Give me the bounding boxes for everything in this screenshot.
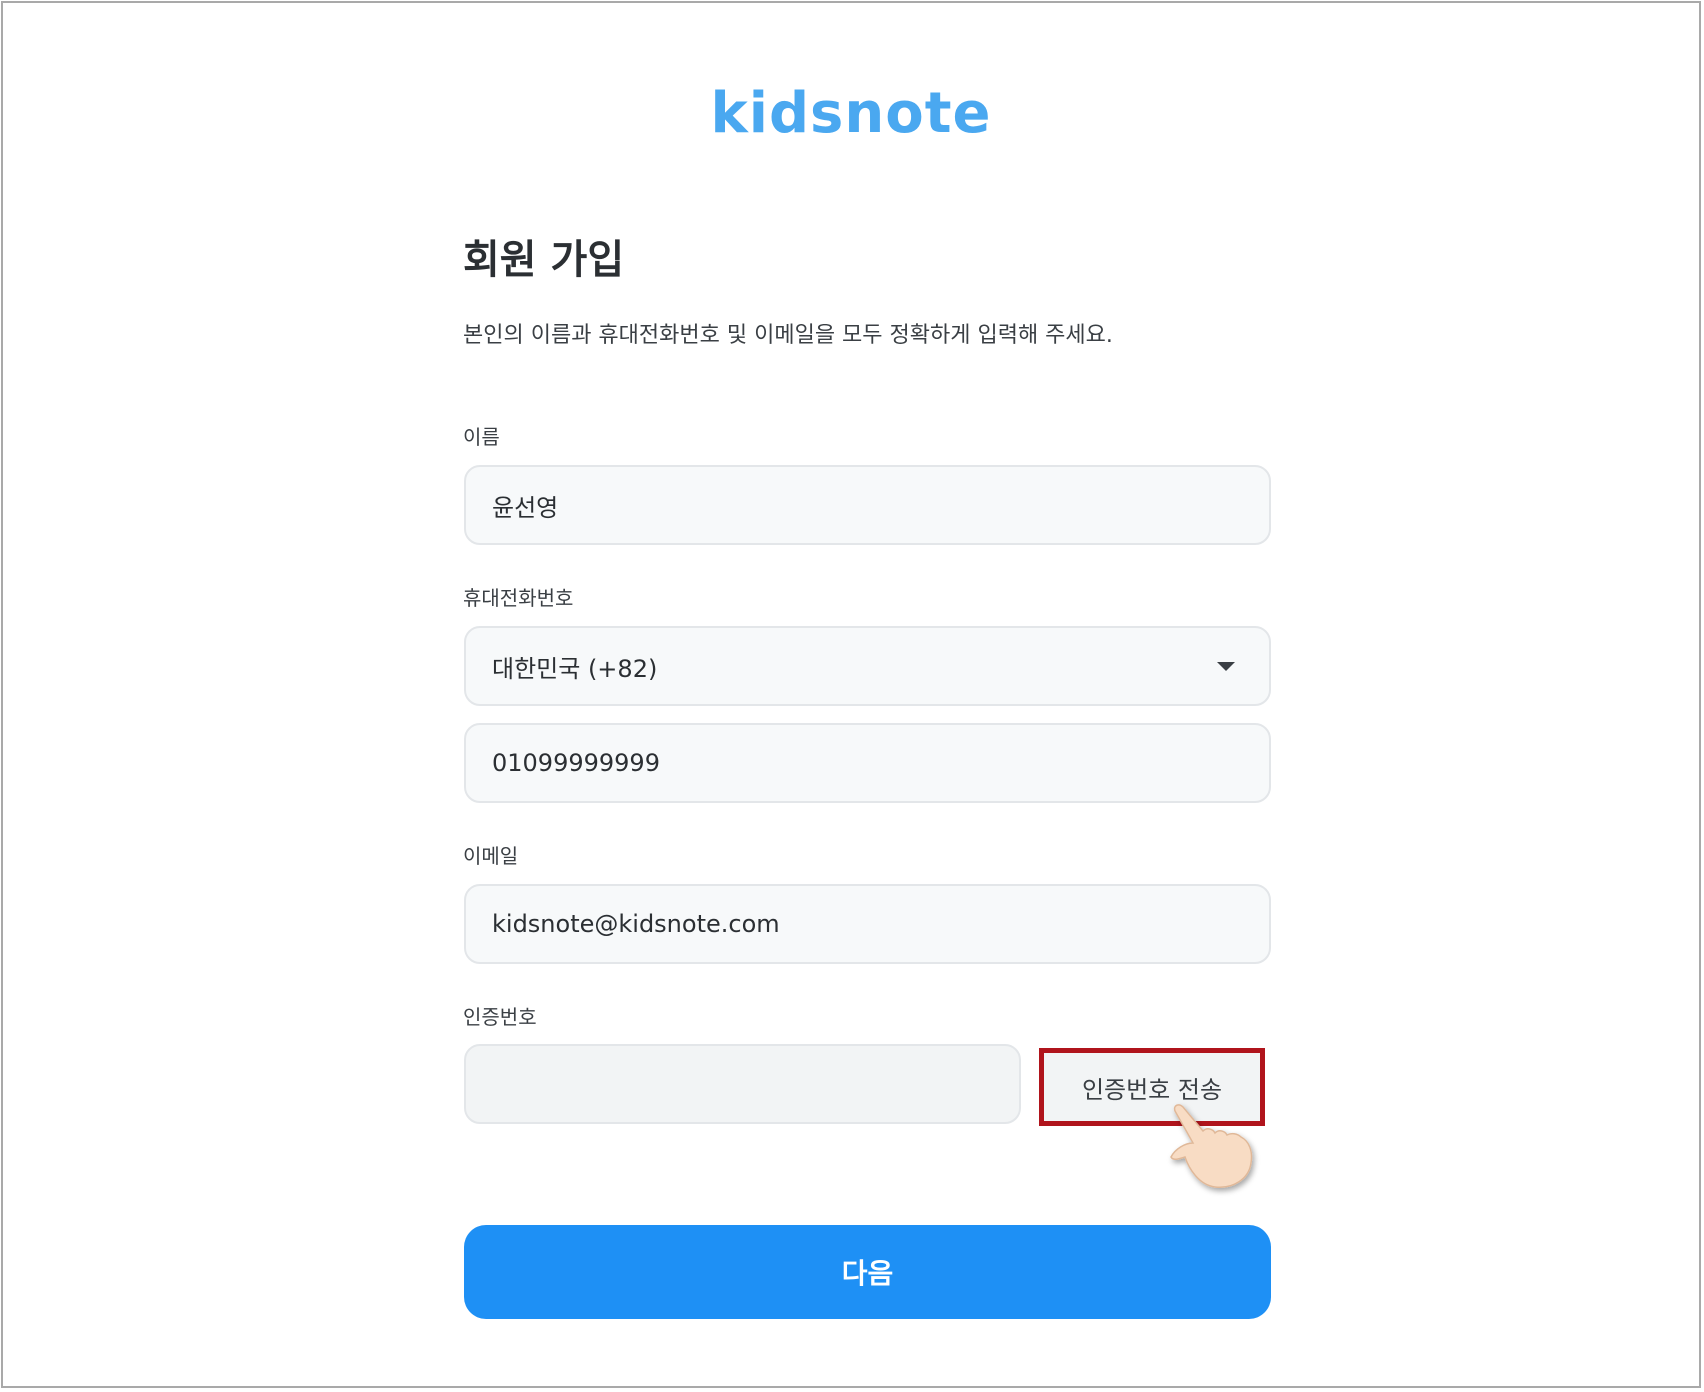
email-input[interactable]: kidsnote@kidsnote.com [464,884,1271,964]
pointing-hand-cursor-icon [1170,1104,1253,1188]
country-code-select[interactable]: 대한민국 (+82) [464,626,1271,706]
name-input-value: 윤선영 [492,493,559,522]
page-title: 회원 가입 [463,237,625,283]
chevron-down-icon [1217,661,1235,671]
name-input[interactable]: 윤선영 [464,465,1271,545]
verification-code-input[interactable] [464,1044,1021,1124]
page-frame: kidsnote 회원 가입 본인의 이름과 휴대전화번호 및 이메일을 모두 … [1,1,1701,1388]
next-button[interactable]: 다음 [464,1225,1271,1319]
email-input-value: kidsnote@kidsnote.com [492,910,780,938]
phone-number-value: 01099999999 [492,749,660,777]
email-label: 이메일 [463,844,519,868]
kidsnote-logo: kidsnote [710,81,992,146]
country-code-value: 대한민국 (+82) [492,654,658,683]
phone-label: 휴대전화번호 [463,586,574,610]
phone-number-input[interactable]: 01099999999 [464,723,1271,803]
name-label: 이름 [463,425,500,449]
page-subtitle: 본인의 이름과 휴대전화번호 및 이메일을 모두 정확하게 입력해 주세요. [463,323,1113,348]
verification-label: 인증번호 [463,1005,537,1029]
